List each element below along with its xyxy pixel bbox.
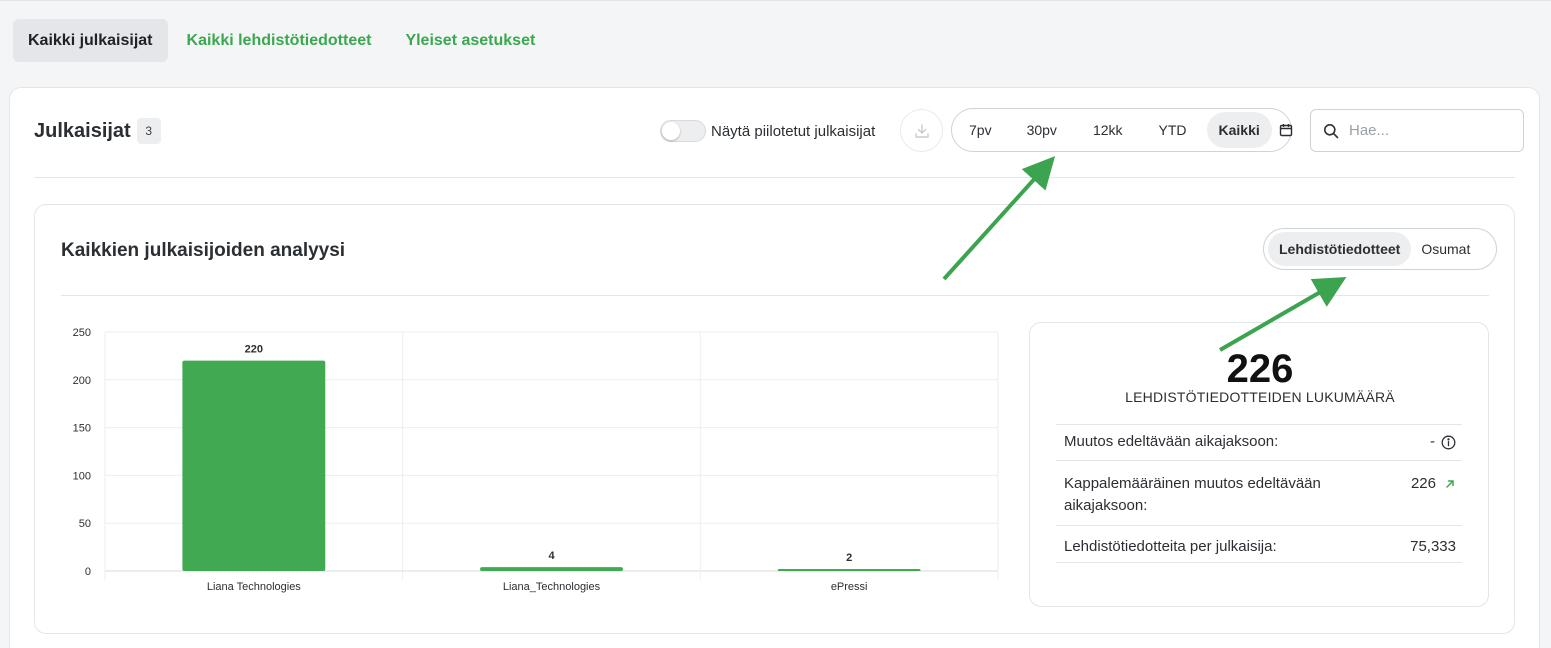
y-tick-label: 50 bbox=[79, 518, 91, 530]
bar-data-label: 4 bbox=[548, 550, 555, 562]
range-kaikki[interactable]: Kaikki bbox=[1206, 112, 1272, 148]
count-badge: 3 bbox=[136, 118, 161, 144]
range-30pv[interactable]: 30pv bbox=[1011, 112, 1073, 148]
x-tick-label: ePressi bbox=[831, 581, 868, 593]
toggle-label: Näytä piilotetut julkaisijat bbox=[711, 122, 876, 140]
calendar-button[interactable] bbox=[1279, 112, 1293, 148]
search-input[interactable] bbox=[1349, 122, 1509, 139]
x-tick-label: Liana Technologies bbox=[207, 581, 301, 593]
metric-selector: Lehdistötiedotteet Osumat bbox=[1263, 228, 1497, 270]
bar bbox=[480, 567, 623, 571]
header-divider bbox=[34, 177, 1515, 178]
download-icon bbox=[914, 123, 929, 138]
total-count-label: LEHDISTÖTIEDOTTEIDEN LUKUMÄÄRÄ bbox=[1125, 389, 1395, 405]
bar-data-label: 2 bbox=[846, 552, 852, 564]
bar bbox=[777, 569, 921, 571]
stats-row-count-change: Kappalemääräinen muutos edeltävään aikaj… bbox=[1056, 460, 1462, 525]
analysis-divider bbox=[61, 295, 1489, 296]
bar-chart-svg: 0 50 100 150 200 250 220 Liana Technologies 4 Lia… bbox=[73, 327, 999, 593]
range-ytd[interactable]: YTD bbox=[1143, 112, 1203, 148]
total-count: 226 bbox=[1226, 347, 1294, 391]
search-icon bbox=[1324, 123, 1339, 138]
stats-row-value: - bbox=[1430, 433, 1435, 450]
stats-table: Muutos edeltävään aikajaksoon: - Kappale… bbox=[1056, 424, 1462, 563]
stats-row-label: Muutos edeltävään aikajaksoon: bbox=[1064, 433, 1279, 450]
download-button[interactable] bbox=[900, 109, 943, 152]
y-tick-label: 100 bbox=[73, 470, 91, 482]
stats-row-per-publisher: Lehdistötiedotteita per julkaisija: 75,3… bbox=[1056, 525, 1462, 563]
nav-tab-all-press-releases[interactable]: Kaikki lehdistötiedotteet bbox=[172, 19, 387, 62]
stats-card: 226 LEHDISTÖTIEDOTTEIDEN LUKUMÄÄRÄ Muuto… bbox=[1029, 322, 1489, 607]
nav-tab-general-settings[interactable]: Yleiset asetukset bbox=[390, 19, 550, 62]
range-12kk[interactable]: 12kk bbox=[1077, 112, 1139, 148]
x-tick-label: Liana_Technologies bbox=[503, 581, 601, 593]
publishers-card: Julkaisijat 3 Näytä piilotetut julkaisij… bbox=[9, 87, 1540, 648]
stats-row-change: Muutos edeltävään aikajaksoon: - bbox=[1056, 424, 1462, 460]
analysis-card: Kaikkien julkaisijoiden analyysi Lehdist… bbox=[34, 204, 1515, 634]
stats-row-label: Kappalemääräinen muutos edeltävään aikaj… bbox=[1064, 475, 1321, 514]
y-tick-label: 150 bbox=[73, 423, 91, 435]
show-hidden-toggle[interactable]: Näytä piilotetut julkaisijat bbox=[660, 120, 875, 142]
y-tick-label: 200 bbox=[73, 375, 91, 387]
date-range-selector: 7pv 30pv 12kk YTD Kaikki bbox=[951, 108, 1292, 152]
metric-tab-press-releases[interactable]: Lehdistötiedotteet bbox=[1268, 232, 1412, 266]
stats-row-value: 226 bbox=[1410, 475, 1436, 492]
y-tick-label: 250 bbox=[73, 327, 91, 339]
range-7pv[interactable]: 7pv bbox=[957, 112, 1004, 148]
arrow-up-right-icon bbox=[1446, 480, 1454, 488]
top-nav: Kaikki julkaisijat Kaikki lehdistötiedot… bbox=[13, 19, 554, 62]
info-icon[interactable] bbox=[1441, 435, 1456, 450]
calendar-icon bbox=[1279, 124, 1292, 137]
bar-data-label: 220 bbox=[245, 344, 263, 356]
page-title: Julkaisijat 3 bbox=[34, 118, 161, 144]
toggle-switch[interactable] bbox=[660, 120, 706, 142]
analysis-title: Kaikkien julkaisijoiden analyysi bbox=[61, 240, 346, 261]
top-border bbox=[0, 0, 1551, 1]
bar-chart: 0 50 100 150 200 250 220 Liana Technologies 4 Lia… bbox=[55, 322, 1005, 602]
y-tick-label: 0 bbox=[85, 566, 91, 578]
search-box[interactable] bbox=[1310, 109, 1524, 152]
stats-row-value: 75,333 bbox=[1410, 538, 1456, 555]
stats-row-label: Lehdistötiedotteita per julkaisija: bbox=[1064, 538, 1277, 555]
page-title-text: Julkaisijat bbox=[34, 119, 131, 142]
bar bbox=[182, 360, 326, 571]
metric-tab-hits[interactable]: Osumat bbox=[1411, 232, 1480, 266]
nav-tab-all-publishers[interactable]: Kaikki julkaisijat bbox=[13, 19, 168, 62]
